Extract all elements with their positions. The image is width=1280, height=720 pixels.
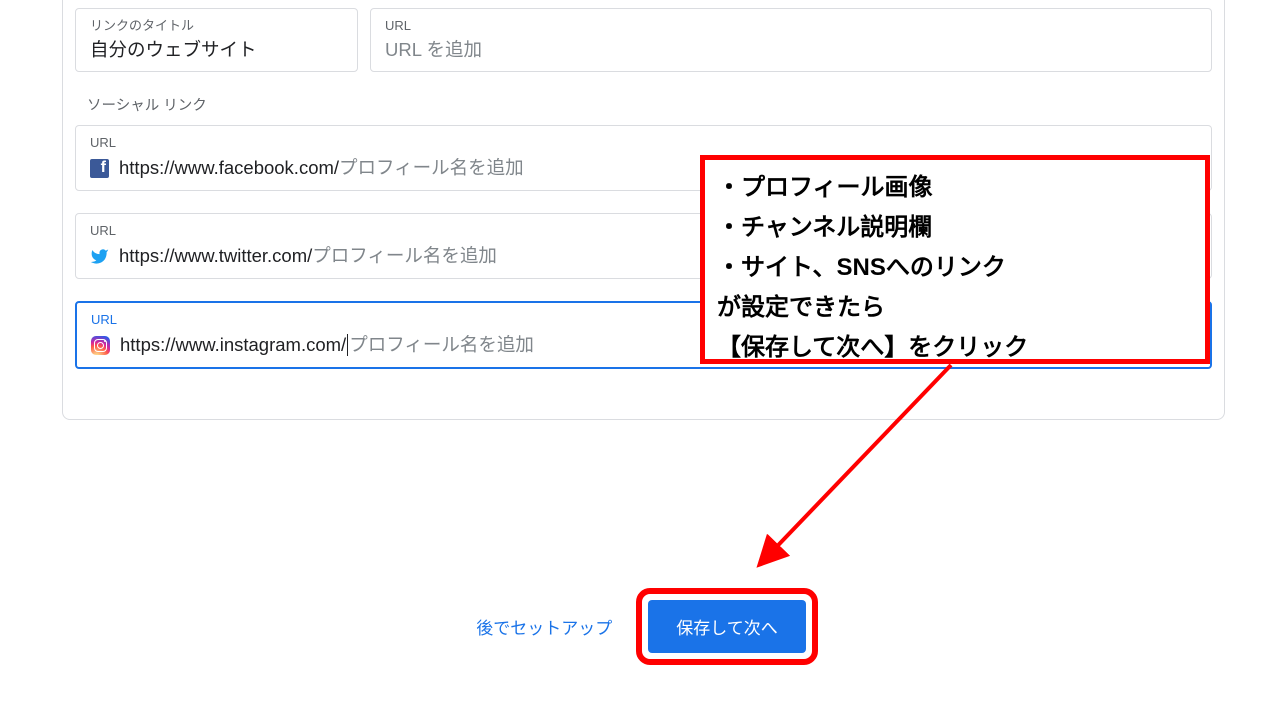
facebook-icon: [90, 159, 109, 178]
link-url-placeholder: URL を追加: [385, 39, 1197, 61]
callout-line: ・チャンネル説明欄: [717, 208, 1193, 248]
link-title-field[interactable]: リンクのタイトル 自分のウェブサイト: [75, 8, 358, 72]
save-next-highlight: 保存して次へ: [636, 588, 818, 665]
instruction-callout: ・プロフィール画像 ・チャンネル説明欄 ・サイト、SNSへのリンク が設定できた…: [700, 155, 1210, 364]
callout-line: ・プロフィール画像: [717, 168, 1193, 208]
setup-later-button[interactable]: 後でセットアップ: [462, 604, 626, 649]
social-url-label: URL: [90, 134, 1197, 152]
social-placeholder: プロフィール名を追加: [339, 156, 524, 180]
social-prefix: https://www.twitter.com/: [119, 244, 312, 268]
social-prefix: https://www.facebook.com/: [119, 156, 339, 180]
link-url-label: URL: [385, 17, 1197, 35]
text-caret: [347, 334, 348, 356]
social-placeholder: プロフィール名を追加: [349, 333, 534, 357]
social-section-title: ソーシャル リンク: [87, 94, 1224, 115]
social-placeholder: プロフィール名を追加: [312, 244, 497, 268]
callout-line: ・サイト、SNSへのリンク: [717, 248, 1193, 288]
callout-line: が設定できたら: [717, 288, 1193, 328]
custom-link-row: リンクのタイトル 自分のウェブサイト URL URL を追加: [63, 8, 1224, 72]
footer-buttons: 後でセットアップ 保存して次へ: [0, 576, 1280, 676]
link-url-field[interactable]: URL URL を追加: [370, 8, 1212, 72]
link-title-label: リンクのタイトル: [90, 17, 343, 35]
link-title-value: 自分のウェブサイト: [90, 39, 343, 61]
instagram-icon: [91, 336, 110, 355]
save-next-button[interactable]: 保存して次へ: [648, 600, 806, 653]
twitter-icon: [90, 247, 109, 266]
social-prefix: https://www.instagram.com/: [120, 333, 346, 357]
callout-line: 【保存して次へ】をクリック: [717, 328, 1193, 368]
